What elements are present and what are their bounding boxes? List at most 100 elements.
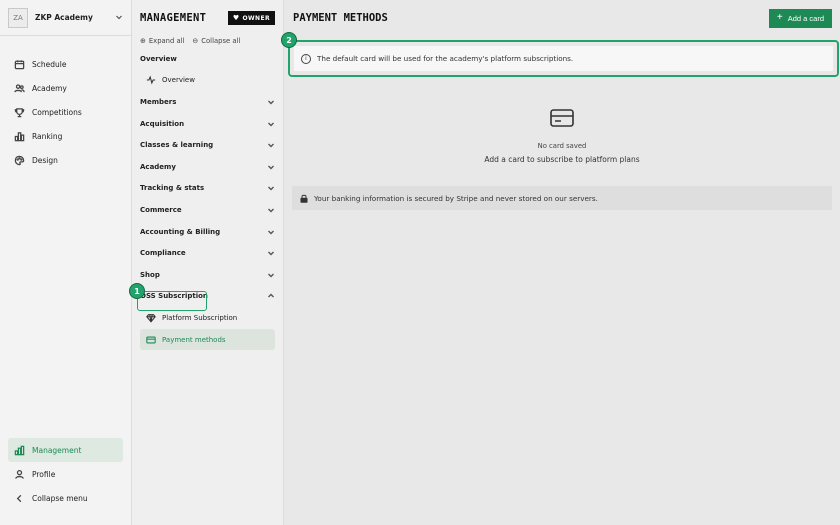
section-label: Overview: [140, 54, 177, 63]
rail-item-design[interactable]: Design: [8, 148, 123, 172]
owner-badge-label: OWNER: [242, 14, 270, 22]
rail-item-profile[interactable]: Profile: [8, 462, 123, 486]
rail-item-schedule[interactable]: Schedule: [8, 52, 123, 76]
security-notice: Your banking information is secured by S…: [292, 186, 832, 210]
rail-item-label: Schedule: [32, 59, 67, 69]
section-accounting-billing[interactable]: Accounting & Billing: [132, 221, 283, 243]
management-icon: [14, 445, 25, 455]
chevron-down-icon: [267, 120, 275, 128]
chevron-down-icon: [115, 13, 123, 23]
section-classes-learning[interactable]: Classes & learning: [132, 134, 283, 156]
rail-item-label: Collapse menu: [32, 493, 88, 503]
section-members[interactable]: Members: [132, 91, 283, 113]
left-rail: ZA ZKP Academy Schedule Academy Competit…: [0, 0, 132, 525]
section-label: Compliance: [140, 249, 186, 258]
collapse-all-label: Collapse all: [201, 37, 241, 45]
sub-item-label: Platform Subscription: [162, 313, 238, 322]
collapse-all-button[interactable]: ⊖ Collapse all: [192, 37, 240, 45]
rail-item-label: Academy: [32, 83, 67, 93]
management-header: MANAGEMENT ♥ OWNER: [132, 0, 283, 36]
section-academy[interactable]: Academy: [132, 156, 283, 178]
expand-icon: ⊕: [140, 37, 146, 45]
lock-icon: [300, 194, 308, 203]
owner-badge: ♥ OWNER: [227, 11, 275, 25]
rail-item-label: Profile: [32, 469, 56, 479]
chevron-left-icon: [16, 494, 22, 502]
chevron-down-icon: [267, 228, 275, 236]
empty-state: No card saved Add a card to subscribe to…: [284, 108, 840, 164]
main-header: PAYMENT METHODS + Add a card: [284, 0, 840, 36]
chevron-up-icon: [267, 292, 275, 300]
rail-nav: Schedule Academy Competitions Ranking De…: [8, 52, 123, 172]
rail-item-competitions[interactable]: Competitions: [8, 100, 123, 124]
info-highlight: i The default card will be used for the …: [288, 40, 839, 77]
activity-icon: [146, 75, 156, 85]
section-overview[interactable]: Overview: [132, 48, 283, 70]
rail-item-management[interactable]: Management: [8, 438, 123, 462]
chevron-down-icon: [267, 271, 275, 279]
section-label: Academy: [140, 162, 176, 171]
highlight-oss-subscription: [137, 291, 207, 311]
expand-collapse-row: ⊕ Expand all ⊖ Collapse all: [132, 34, 283, 48]
sub-item-overview[interactable]: Overview: [140, 70, 275, 92]
collapse-icon: ⊖: [192, 37, 199, 45]
chevron-down-icon: [267, 163, 275, 171]
credit-card-icon: [550, 109, 574, 127]
add-card-button[interactable]: + Add a card: [768, 8, 832, 28]
rail-item-academy[interactable]: Academy: [8, 76, 123, 100]
plus-icon: +: [776, 12, 783, 23]
empty-subtitle: Add a card to subscribe to platform plan…: [484, 155, 640, 164]
chevron-down-icon: [267, 184, 275, 192]
security-text: Your banking information is secured by S…: [314, 193, 598, 203]
trophy-icon: [14, 107, 25, 117]
expand-all-button[interactable]: ⊕ Expand all: [140, 37, 184, 45]
collapse-menu-button[interactable]: Collapse menu: [8, 486, 123, 510]
users-icon: [14, 83, 25, 92]
section-label: Shop: [140, 270, 160, 279]
info-icon: i: [301, 53, 311, 64]
section-tracking-stats[interactable]: Tracking & stats: [132, 178, 283, 200]
section-compliance[interactable]: Compliance: [132, 242, 283, 264]
heart-icon: ♥: [232, 14, 240, 22]
chevron-down-icon: [267, 206, 275, 214]
section-label: Classes & learning: [140, 141, 214, 150]
chevron-down-icon: [267, 249, 275, 257]
chevron-down-icon: [267, 141, 275, 149]
main-content: PAYMENT METHODS + Add a card i The defau…: [284, 0, 840, 525]
org-avatar: ZA: [8, 7, 28, 28]
sub-item-label: Payment methods: [162, 335, 226, 344]
sub-item-label: Overview: [162, 76, 195, 85]
step-marker-1: 1: [129, 283, 145, 299]
section-label: Commerce: [140, 205, 182, 214]
diamond-icon: [146, 314, 156, 323]
rail-bottom: Management Profile Collapse menu: [8, 438, 123, 510]
calendar-icon: [14, 59, 25, 69]
rail-item-label: Ranking: [32, 131, 63, 141]
credit-card-icon: [146, 336, 156, 343]
section-label: Accounting & Billing: [140, 227, 221, 236]
page-title: PAYMENT METHODS: [293, 12, 388, 24]
section-label: Tracking & stats: [140, 184, 205, 193]
rail-item-label: Design: [32, 155, 58, 165]
management-title: MANAGEMENT: [140, 12, 207, 24]
rail-item-ranking[interactable]: Ranking: [8, 124, 123, 148]
step-marker-2: 2: [281, 32, 297, 48]
bar-chart-icon: [14, 131, 25, 141]
rail-item-label: Competitions: [32, 107, 82, 117]
management-panel: MANAGEMENT ♥ OWNER ⊕ Expand all ⊖ Collap…: [132, 0, 284, 525]
empty-title: No card saved: [537, 142, 587, 150]
section-commerce[interactable]: Commerce: [132, 199, 283, 221]
section-shop[interactable]: Shop: [132, 264, 283, 286]
rail-item-label: Management: [32, 445, 82, 455]
section-acquisition[interactable]: Acquisition: [132, 113, 283, 135]
add-card-label: Add a card: [787, 13, 824, 23]
org-switcher[interactable]: ZA ZKP Academy: [0, 0, 131, 36]
info-notice: i The default card will be used for the …: [294, 46, 833, 71]
org-name: ZKP Academy: [35, 13, 93, 22]
info-text: The default card will be used for the ac…: [317, 54, 574, 63]
expand-all-label: Expand all: [148, 37, 185, 45]
palette-icon: [14, 155, 25, 165]
sub-item-payment-methods[interactable]: Payment methods: [140, 328, 275, 351]
section-label: Members: [140, 97, 177, 106]
user-icon: [15, 469, 24, 479]
